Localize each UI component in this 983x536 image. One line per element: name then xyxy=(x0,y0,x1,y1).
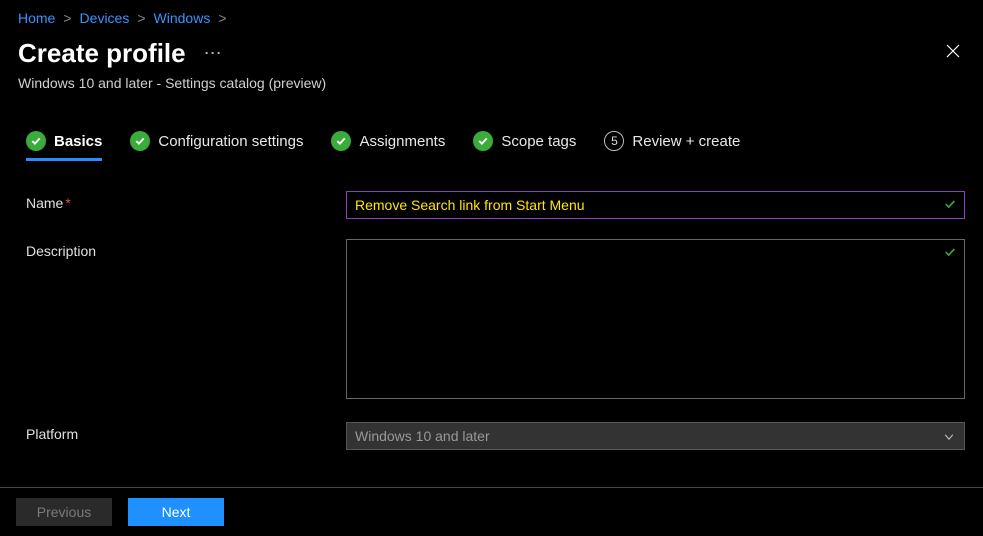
step-label: Review + create xyxy=(632,133,740,150)
name-label: Name* xyxy=(26,191,346,211)
breadcrumb-separator: > xyxy=(137,10,145,26)
wizard-footer: Previous Next xyxy=(0,487,983,536)
previous-button: Previous xyxy=(16,498,112,526)
check-icon xyxy=(26,131,46,151)
close-button[interactable] xyxy=(937,36,969,71)
breadcrumb-separator: > xyxy=(218,10,226,26)
name-input[interactable] xyxy=(346,191,965,219)
close-icon xyxy=(945,43,961,59)
platform-select: Windows 10 and later xyxy=(346,422,965,450)
description-label: Description xyxy=(26,239,346,259)
breadcrumb-separator: > xyxy=(63,10,71,26)
page-title: Create profile xyxy=(18,38,186,69)
step-basics[interactable]: Basics xyxy=(26,131,102,159)
breadcrumb-windows[interactable]: Windows xyxy=(154,10,211,26)
step-configuration-settings[interactable]: Configuration settings xyxy=(130,131,303,159)
check-icon xyxy=(473,131,493,151)
required-indicator: * xyxy=(65,195,70,211)
step-label: Configuration settings xyxy=(158,133,303,150)
step-scope-tags[interactable]: Scope tags xyxy=(473,131,576,159)
step-number-icon: 5 xyxy=(604,131,624,151)
description-input[interactable] xyxy=(346,239,965,399)
breadcrumb-devices[interactable]: Devices xyxy=(80,10,130,26)
breadcrumb: Home > Devices > Windows > xyxy=(18,10,965,26)
step-label: Assignments xyxy=(359,133,445,150)
check-icon xyxy=(130,131,150,151)
more-actions-button[interactable]: ⋯ xyxy=(200,39,227,68)
step-review-create[interactable]: 5 Review + create xyxy=(604,131,740,159)
check-icon xyxy=(331,131,351,151)
wizard-steps: Basics Configuration settings Assignment… xyxy=(26,131,965,159)
step-label: Basics xyxy=(54,133,102,150)
step-assignments[interactable]: Assignments xyxy=(331,131,445,159)
breadcrumb-home[interactable]: Home xyxy=(18,10,55,26)
platform-label: Platform xyxy=(26,422,346,442)
basics-form: Name* Description Platform Windows 10 an… xyxy=(26,191,965,450)
page-subtitle: Windows 10 and later - Settings catalog … xyxy=(18,75,965,91)
next-button[interactable]: Next xyxy=(128,498,224,526)
step-label: Scope tags xyxy=(501,133,576,150)
